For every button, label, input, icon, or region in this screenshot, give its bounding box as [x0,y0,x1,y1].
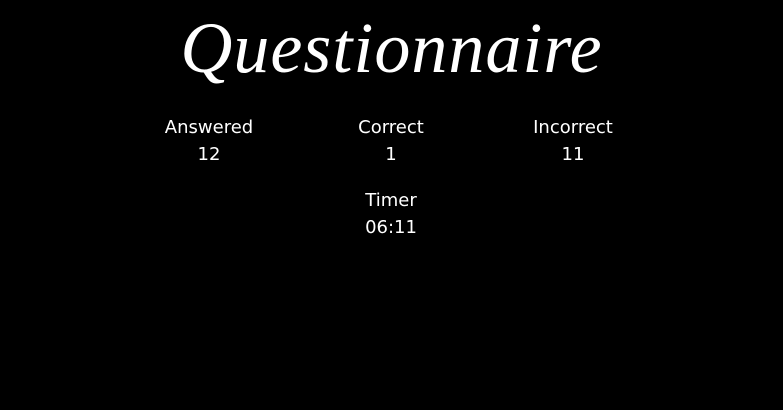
correct-stat: Correct 1 [311,114,471,168]
incorrect-stat: Incorrect 11 [493,114,653,168]
correct-count: 1 [385,144,397,165]
correct-label: Correct [358,117,424,138]
incorrect-count: 11 [561,144,585,165]
incorrect-label: Incorrect [533,117,613,138]
timer-label: Timer [365,190,417,211]
answered-stat: Answered 12 [129,114,289,168]
answered-label: Answered [164,117,254,138]
answered-count: 12 [197,144,221,165]
page-title: Questionnaire [180,8,603,88]
timer: Timer 06:11 [311,187,471,241]
timer-value: 06:11 [365,217,417,238]
